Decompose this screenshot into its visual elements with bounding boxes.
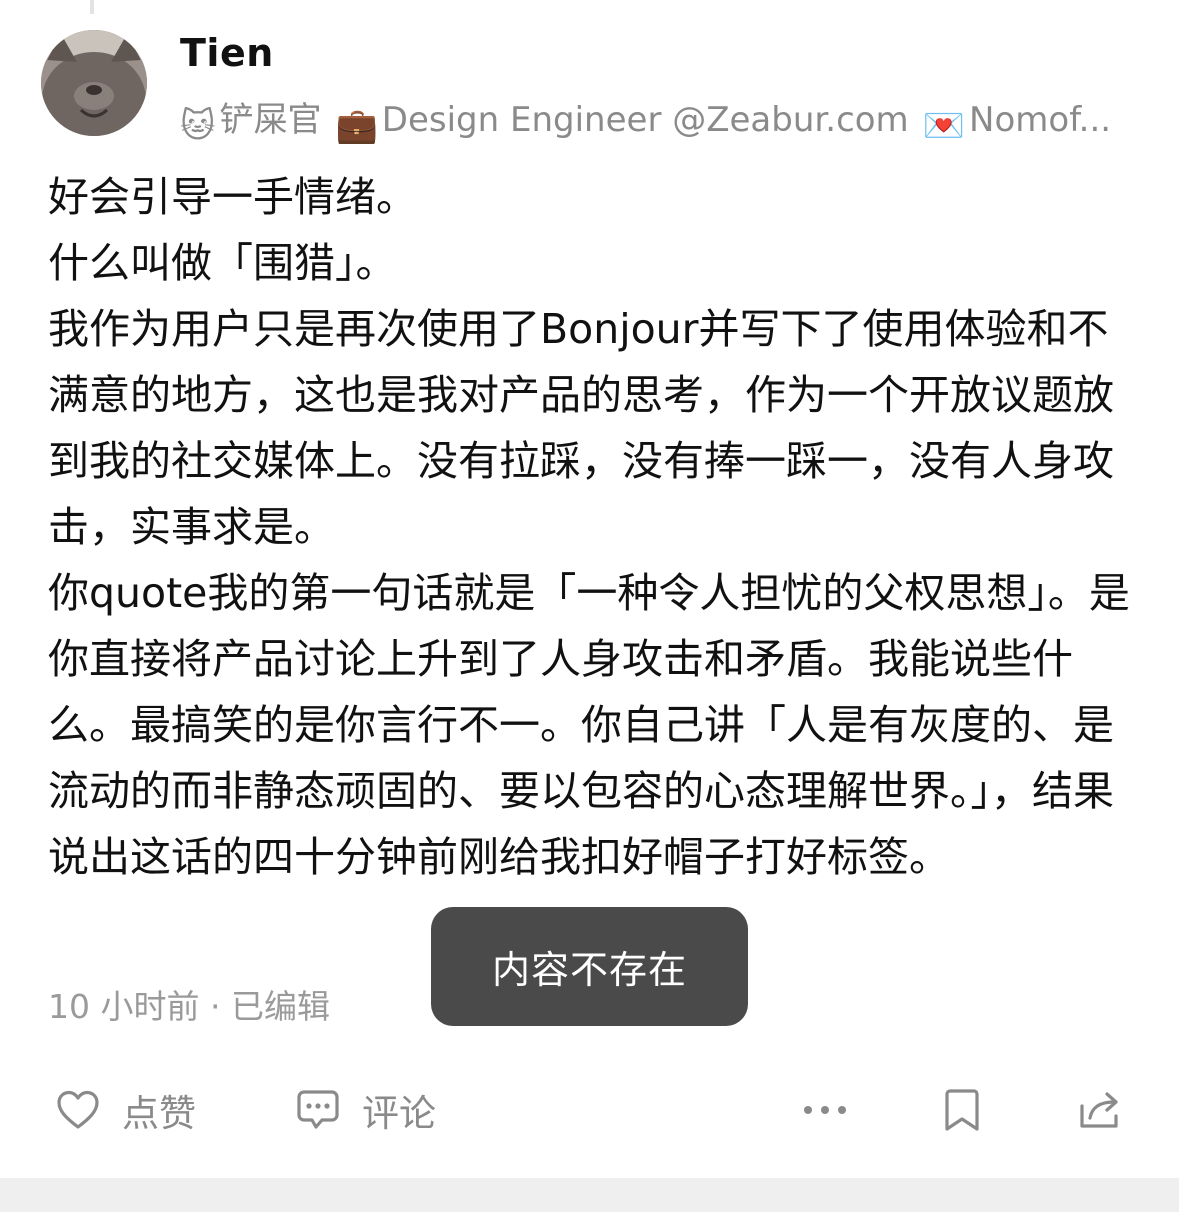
like-label: 点赞 xyxy=(122,1092,196,1135)
bio-contact: Nomof... xyxy=(969,100,1112,140)
avatar[interactable] xyxy=(41,30,147,136)
author-name[interactable]: Tien xyxy=(180,31,274,75)
post-body: 好会引导一手情绪。 什么叫做「围猎」。 我作为用户只是再次使用了Bonjour并… xyxy=(48,164,1138,890)
post-paragraph: 什么叫做「围猎」。 xyxy=(48,239,397,287)
share-button[interactable] xyxy=(1078,1070,1122,1150)
more-button[interactable] xyxy=(802,1070,848,1150)
toast-message: 内容不存在 xyxy=(431,907,748,1026)
action-bar: 点赞 评论 xyxy=(0,1070,1179,1150)
comment-icon xyxy=(297,1090,339,1129)
bio-job: Design Engineer @Zeabur.com xyxy=(381,100,909,140)
comment-label: 评论 xyxy=(362,1092,436,1135)
bio-role: 铲屎官 xyxy=(219,100,322,140)
cat-avatar-image xyxy=(41,30,147,136)
briefcase-icon: 💼 xyxy=(335,106,378,146)
heart-icon xyxy=(57,1090,99,1129)
post-paragraph: 我作为用户只是再次使用了Bonjour并写下了使用体验和不满意的地方，这也是我对… xyxy=(48,305,1114,551)
bookmark-button[interactable] xyxy=(944,1070,980,1150)
post-paragraph: 你quote我的第一句话就是「一种令人担忧的父权思想」。是你直接将产品讨论上升到… xyxy=(48,569,1130,881)
bottom-divider xyxy=(0,1178,1179,1212)
post-timestamp: 10 小时前 · 已编辑 xyxy=(48,987,330,1026)
cat-face-icon: 🐱 xyxy=(180,106,216,146)
bookmark-icon xyxy=(945,1089,979,1131)
thread-line xyxy=(90,0,94,14)
comment-button[interactable]: 评论 xyxy=(296,1070,436,1150)
more-dots-icon xyxy=(804,1106,846,1114)
share-icon xyxy=(1080,1092,1118,1128)
like-button[interactable]: 点赞 xyxy=(56,1070,196,1150)
post-paragraph: 好会引导一手情绪。 xyxy=(48,173,417,221)
love-letter-icon: 💌 xyxy=(922,106,966,146)
author-bio: 🐱 铲屎官 💼 Design Engineer @Zeabur.com 💌 Nomof..… xyxy=(180,96,1125,150)
